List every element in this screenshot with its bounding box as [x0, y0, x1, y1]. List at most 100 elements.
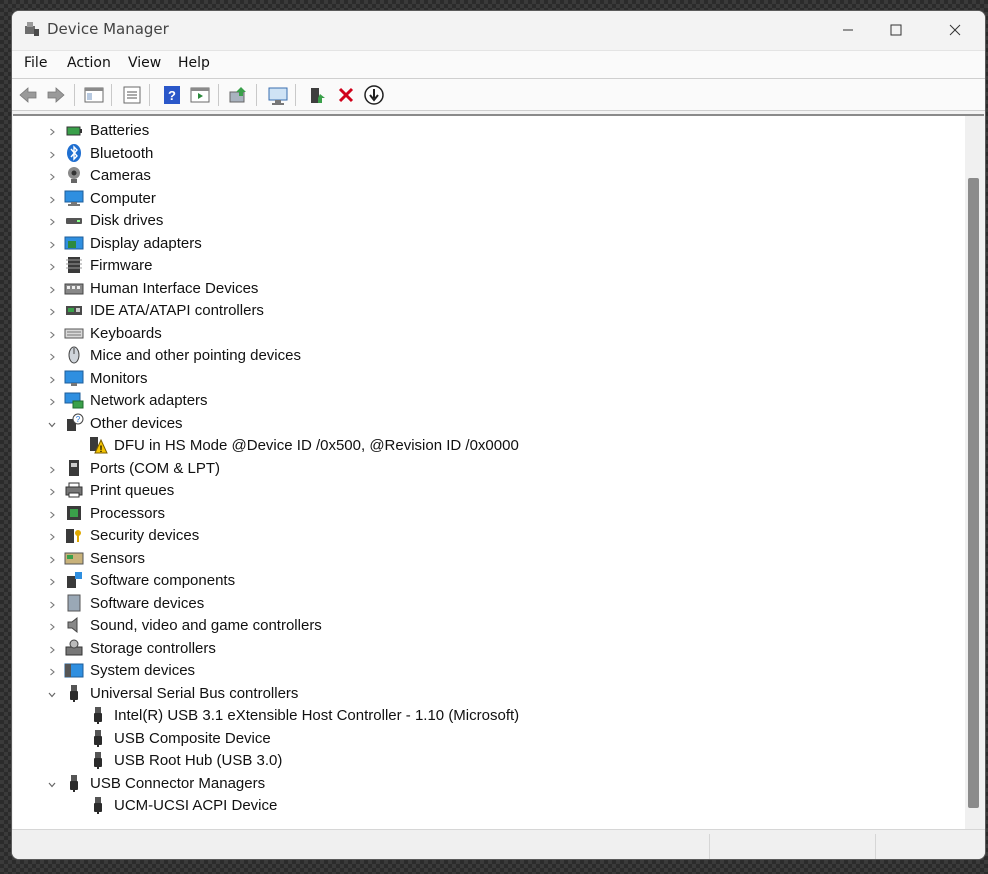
tree-category[interactable]: ? Other devices	[48, 412, 183, 434]
tree-category[interactable]: Ports (COM & LPT)	[50, 457, 220, 479]
chevron-right-icon[interactable]	[47, 125, 57, 136]
chevron-right-icon[interactable]	[47, 260, 57, 271]
tree-item-label: Security devices	[90, 526, 200, 544]
tree-category[interactable]: Processors	[50, 502, 165, 524]
disable-device-button[interactable]	[363, 84, 385, 106]
properties-button[interactable]	[121, 84, 143, 106]
tree-category[interactable]: Firmware	[50, 254, 153, 276]
tree-item-label: Mice and other pointing devices	[90, 346, 301, 364]
menu-file[interactable]: File	[24, 55, 47, 71]
usb-icon	[88, 750, 108, 770]
chevron-right-icon[interactable]	[47, 170, 57, 181]
chevron-right-icon[interactable]	[47, 328, 57, 339]
minimize-button[interactable]	[825, 11, 871, 49]
chevron-down-icon[interactable]	[47, 418, 57, 428]
close-button[interactable]	[932, 11, 978, 49]
tree-device[interactable]: UCM-UCSI ACPI Device	[88, 794, 277, 816]
chevron-right-icon[interactable]	[47, 665, 57, 676]
tree-category[interactable]: Software components	[50, 569, 235, 591]
scan-hardware-button[interactable]	[267, 84, 289, 106]
chevron-right-icon[interactable]	[47, 643, 57, 654]
tree-category[interactable]: Human Interface Devices	[50, 277, 258, 299]
chevron-right-icon[interactable]	[47, 305, 57, 316]
chevron-right-icon[interactable]	[47, 373, 57, 384]
sensor-icon	[64, 548, 84, 568]
display-adapter-icon	[64, 233, 84, 253]
tree-device[interactable]: Intel(R) USB 3.1 eXtensible Host Control…	[88, 704, 519, 726]
help-button[interactable]: ?	[161, 84, 183, 106]
tree-category[interactable]: Network adapters	[50, 389, 208, 411]
vertical-scrollbar[interactable]	[965, 114, 984, 830]
chevron-right-icon[interactable]	[47, 553, 57, 564]
status-separator	[709, 834, 710, 859]
tree-item-label: Firmware	[90, 256, 153, 274]
tree-category[interactable]: Storage controllers	[50, 637, 216, 659]
chevron-right-icon[interactable]	[47, 238, 57, 249]
show-hide-console-tree-button[interactable]	[83, 84, 105, 106]
chevron-right-icon[interactable]	[47, 485, 57, 496]
tree-category[interactable]: Monitors	[50, 367, 148, 389]
chevron-right-icon[interactable]	[47, 620, 57, 631]
chevron-right-icon[interactable]	[47, 148, 57, 159]
chevron-down-icon[interactable]	[47, 778, 57, 788]
tree-category[interactable]: Bluetooth	[50, 142, 153, 164]
tree-category[interactable]: Keyboards	[50, 322, 162, 344]
chevron-right-icon[interactable]	[47, 395, 57, 406]
enable-device-icon	[311, 88, 325, 103]
tree-category[interactable]: Sensors	[50, 547, 146, 569]
menu-action[interactable]: Action	[67, 55, 111, 71]
chevron-right-icon[interactable]	[47, 530, 57, 541]
chevron-right-icon[interactable]	[47, 463, 57, 474]
tree-category[interactable]: USB Connector Managers	[48, 772, 265, 794]
chevron-down-icon[interactable]	[47, 688, 57, 698]
bluetooth-icon	[64, 143, 84, 163]
tree-category[interactable]: Software devices	[50, 592, 204, 614]
uninstall-device-button[interactable]	[335, 84, 357, 106]
chevron-right-icon[interactable]	[47, 283, 57, 294]
tree-category[interactable]: Cameras	[50, 164, 151, 186]
chevron-right-icon[interactable]	[47, 215, 57, 226]
tree-category[interactable]: Universal Serial Bus controllers	[48, 682, 299, 704]
tree-item-label: Sensors	[90, 549, 146, 567]
tree-category[interactable]: Mice and other pointing devices	[50, 344, 301, 366]
tree-category[interactable]: Sound, video and game controllers	[50, 614, 322, 636]
tree-category[interactable]: System devices	[50, 659, 195, 681]
update-driver-button[interactable]	[227, 84, 249, 106]
chevron-right-icon[interactable]	[47, 598, 57, 609]
tree-device[interactable]: USB Root Hub (USB 3.0)	[88, 749, 282, 771]
tree-category[interactable]: Disk drives	[50, 209, 163, 231]
tree-item-label: USB Composite Device	[114, 729, 271, 747]
tree-item-label: DFU in HS Mode @Device ID /0x500, @Revis…	[114, 436, 519, 454]
menu-view[interactable]: View	[128, 55, 161, 71]
tree-item-label: Intel(R) USB 3.1 eXtensible Host Control…	[114, 706, 520, 724]
tree-category[interactable]: IDE ATA/ATAPI controllers	[50, 299, 264, 321]
toolbar-separator	[111, 84, 112, 106]
tree-device[interactable]: ! DFU in HS Mode @Device ID /0x500, @Revi…	[88, 434, 519, 456]
device-manager-window: Device Manager File Action View Help ? B…	[11, 10, 986, 860]
tree-category[interactable]: Print queues	[50, 479, 174, 501]
status-bar	[12, 829, 985, 859]
svg-text:?: ?	[168, 88, 176, 103]
chevron-right-icon[interactable]	[47, 193, 57, 204]
tree-category[interactable]: Computer	[50, 187, 156, 209]
tree-item-label: Universal Serial Bus controllers	[90, 684, 299, 702]
chevron-right-icon[interactable]	[47, 350, 57, 361]
enable-device-button[interactable]	[307, 84, 329, 106]
warning-device-icon: !	[88, 435, 108, 455]
chevron-right-icon[interactable]	[47, 575, 57, 586]
tree-category[interactable]: Security devices	[50, 524, 200, 546]
forward-button[interactable]	[45, 84, 67, 106]
maximize-button[interactable]	[873, 11, 919, 49]
tree-category[interactable]: Display adapters	[50, 232, 202, 254]
disk-drive-icon	[64, 210, 84, 230]
tree-category[interactable]: Batteries	[50, 119, 149, 141]
action-pane-button[interactable]	[189, 84, 211, 106]
menu-help[interactable]: Help	[178, 55, 210, 71]
tree-device[interactable]: USB Composite Device	[88, 727, 271, 749]
uninstall-icon	[338, 87, 354, 103]
back-button[interactable]	[17, 84, 39, 106]
scrollbar-thumb[interactable]	[968, 178, 979, 808]
tree-item-label: Storage controllers	[90, 639, 216, 657]
usb-icon	[88, 705, 108, 725]
chevron-right-icon[interactable]	[47, 508, 57, 519]
